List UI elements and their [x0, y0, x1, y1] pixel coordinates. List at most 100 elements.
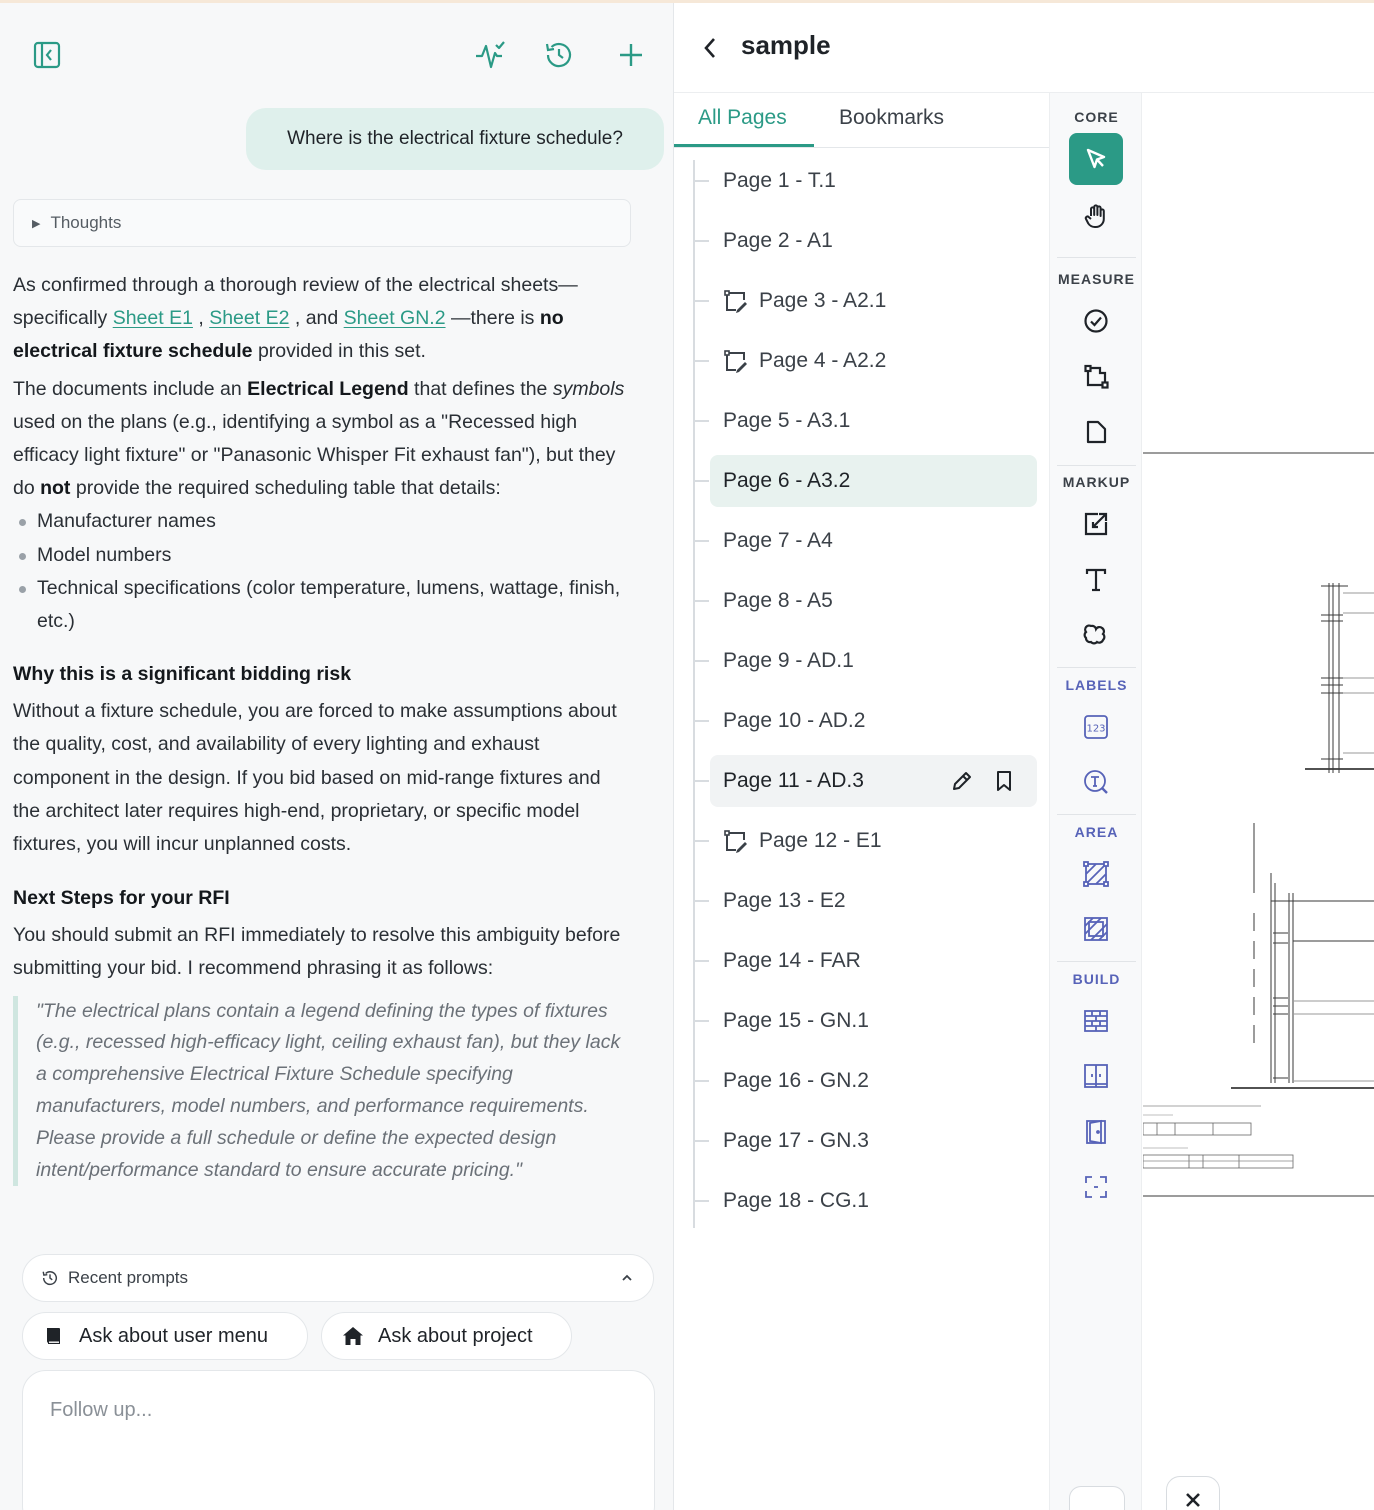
drawing-viewer[interactable]	[1143, 93, 1374, 1510]
tree-connector	[693, 240, 709, 242]
sheet-gn2-link[interactable]: Sheet GN.2	[344, 307, 446, 329]
page-label: Page 12 - E1	[759, 829, 882, 852]
thoughts-toggle[interactable]: ▶ Thoughts	[13, 199, 631, 247]
bracket-icon[interactable]	[1069, 1161, 1123, 1213]
back-chevron-icon[interactable]	[698, 33, 724, 63]
shape-icon[interactable]	[1069, 406, 1123, 458]
activity-icon[interactable]	[468, 33, 512, 77]
page-list-item[interactable]: Page 13 - E2	[693, 875, 1037, 927]
page-label: Page 10 - AD.2	[723, 709, 866, 732]
page-label: Page 11 - AD.3	[723, 769, 864, 792]
page-label: Page 2 - A1	[723, 229, 833, 252]
tree-connector	[693, 780, 709, 782]
window-icon[interactable]	[1069, 1050, 1123, 1102]
risk-heading: Why this is a significant bidding risk	[13, 663, 352, 686]
risk-paragraph: Without a fixture schedule, you are forc…	[13, 700, 617, 856]
answer-text: —there is	[445, 307, 540, 330]
page-list-item[interactable]: Page 12 - E1	[693, 815, 1037, 867]
sheet-e2-link[interactable]: Sheet E2	[209, 307, 289, 329]
bookmark-icon[interactable]	[992, 769, 1016, 793]
rfi-quote: "The electrical plans contain a legend d…	[13, 995, 633, 1187]
select-arrow-icon[interactable]	[1069, 133, 1123, 185]
page-label: Page 16 - GN.2	[723, 1069, 869, 1092]
tree-connector	[693, 180, 709, 182]
details-list: Manufacturer names Model numbers Technic…	[13, 505, 633, 638]
page-label: Page 8 - A5	[723, 589, 833, 612]
followup-placeholder: Follow up...	[50, 1399, 153, 1421]
answer-paragraph-1: As confirmed through a thorough review o…	[13, 269, 633, 369]
page-list-item[interactable]: Page 15 - GN.1	[693, 995, 1037, 1047]
palette-collapse-tab[interactable]	[1069, 1486, 1125, 1510]
answer-bold: not	[40, 477, 71, 500]
page-list-item[interactable]: Page 10 - AD.2	[693, 695, 1037, 747]
door-icon[interactable]	[1069, 1106, 1123, 1158]
page-list-item[interactable]: Page 6 - A3.2	[693, 455, 1037, 507]
page-list-item[interactable]: Page 1 - T.1	[693, 155, 1037, 207]
followup-input[interactable]: Follow up...	[22, 1370, 655, 1510]
tab-all-pages[interactable]: All Pages	[698, 106, 787, 130]
assistant-answer: As confirmed through a thorough review o…	[13, 269, 633, 1187]
page-label: Page 15 - GN.1	[723, 1009, 869, 1032]
section-core-label: CORE	[1074, 109, 1119, 125]
external-edit-icon[interactable]	[1069, 498, 1123, 550]
answer-text: provided in this set.	[252, 340, 426, 363]
answer-bold: electrical fixture schedule	[13, 340, 253, 363]
history-icon[interactable]	[537, 33, 581, 77]
page-list-item[interactable]: Page 3 - A2.1	[693, 275, 1037, 327]
cloud-icon[interactable]	[1069, 609, 1123, 661]
page-list-item[interactable]: Page 5 - A3.1	[693, 395, 1037, 447]
collapse-sidebar-icon[interactable]	[25, 33, 69, 77]
page-list: Page 1 - T.1 Page 2 - A1 Page 3 - A2.1 Page…	[674, 153, 1049, 1233]
page-list-item[interactable]: Page 17 - GN.3	[693, 1115, 1037, 1167]
tree-connector	[693, 600, 709, 602]
page-label: Page 6 - A3.2	[723, 469, 851, 492]
answer-paragraph-2: The documents include an Electrical Lege…	[13, 373, 633, 506]
page-list-item[interactable]: Page 18 - CG.1	[693, 1175, 1037, 1227]
section-divider	[1057, 257, 1136, 258]
pan-hand-icon[interactable]	[1069, 190, 1123, 242]
page-label: Page 18 - CG.1	[723, 1189, 869, 1212]
tree-connector	[693, 540, 709, 542]
document-panel: sample All Pages Bookmarks Page 1 - T.1 P…	[673, 3, 1374, 1510]
list-item: Manufacturer names	[13, 505, 633, 538]
page-label: Page 3 - A2.1	[759, 289, 887, 312]
area-grid-icon[interactable]	[1069, 903, 1123, 955]
tree-connector	[693, 960, 709, 962]
number-label-icon[interactable]: 123	[1069, 701, 1123, 753]
page-list-item[interactable]: Page 8 - A5	[693, 575, 1037, 627]
tree-connector	[693, 1140, 709, 1142]
page-list-item[interactable]: Page 14 - FAR	[693, 935, 1037, 987]
page-list-item[interactable]: Page 11 - AD.3	[693, 755, 1037, 807]
suggestion-project[interactable]: Ask about project	[321, 1312, 572, 1360]
tree-connector	[693, 420, 709, 422]
text-icon[interactable]	[1069, 554, 1123, 606]
suggestion-label: Ask about project	[378, 1324, 533, 1347]
page-list-item[interactable]: Page 16 - GN.2	[693, 1055, 1037, 1107]
page-label: Page 7 - A4	[723, 529, 833, 552]
close-viewer-button[interactable]	[1166, 1476, 1220, 1510]
thoughts-label: Thoughts	[50, 213, 122, 232]
tab-bookmarks[interactable]: Bookmarks	[839, 106, 944, 130]
section-area-label: AREA	[1074, 824, 1119, 840]
sheet-e1-link[interactable]: Sheet E1	[113, 307, 193, 329]
text-search-icon[interactable]	[1069, 756, 1123, 808]
page-list-item[interactable]: Page 2 - A1	[693, 215, 1037, 267]
label-tool-text: 123	[1086, 724, 1105, 735]
recent-prompts-toggle[interactable]: Recent prompts	[22, 1254, 654, 1302]
page-label: Page 9 - AD.1	[723, 649, 854, 672]
pencil-icon[interactable]	[950, 769, 974, 793]
suggestion-user-menu[interactable]: Ask about user menu	[22, 1312, 308, 1360]
next-steps-heading: Next Steps for your RFI	[13, 887, 230, 910]
page-label: Page 17 - GN.3	[723, 1129, 869, 1152]
document-title: sample	[741, 30, 831, 60]
section-measure-label: MEASURE	[1057, 271, 1135, 287]
check-circle-icon[interactable]	[1069, 295, 1123, 347]
page-list-item[interactable]: Page 4 - A2.2	[693, 335, 1037, 387]
next-steps-paragraph: You should submit an RFI immediately to …	[13, 924, 621, 980]
wall-icon[interactable]	[1069, 995, 1123, 1047]
area-hatch-icon[interactable]	[1069, 848, 1123, 900]
plus-icon[interactable]	[609, 33, 653, 77]
polyline-icon[interactable]	[1069, 351, 1123, 403]
page-list-item[interactable]: Page 9 - AD.1	[693, 635, 1037, 687]
page-list-item[interactable]: Page 7 - A4	[693, 515, 1037, 567]
